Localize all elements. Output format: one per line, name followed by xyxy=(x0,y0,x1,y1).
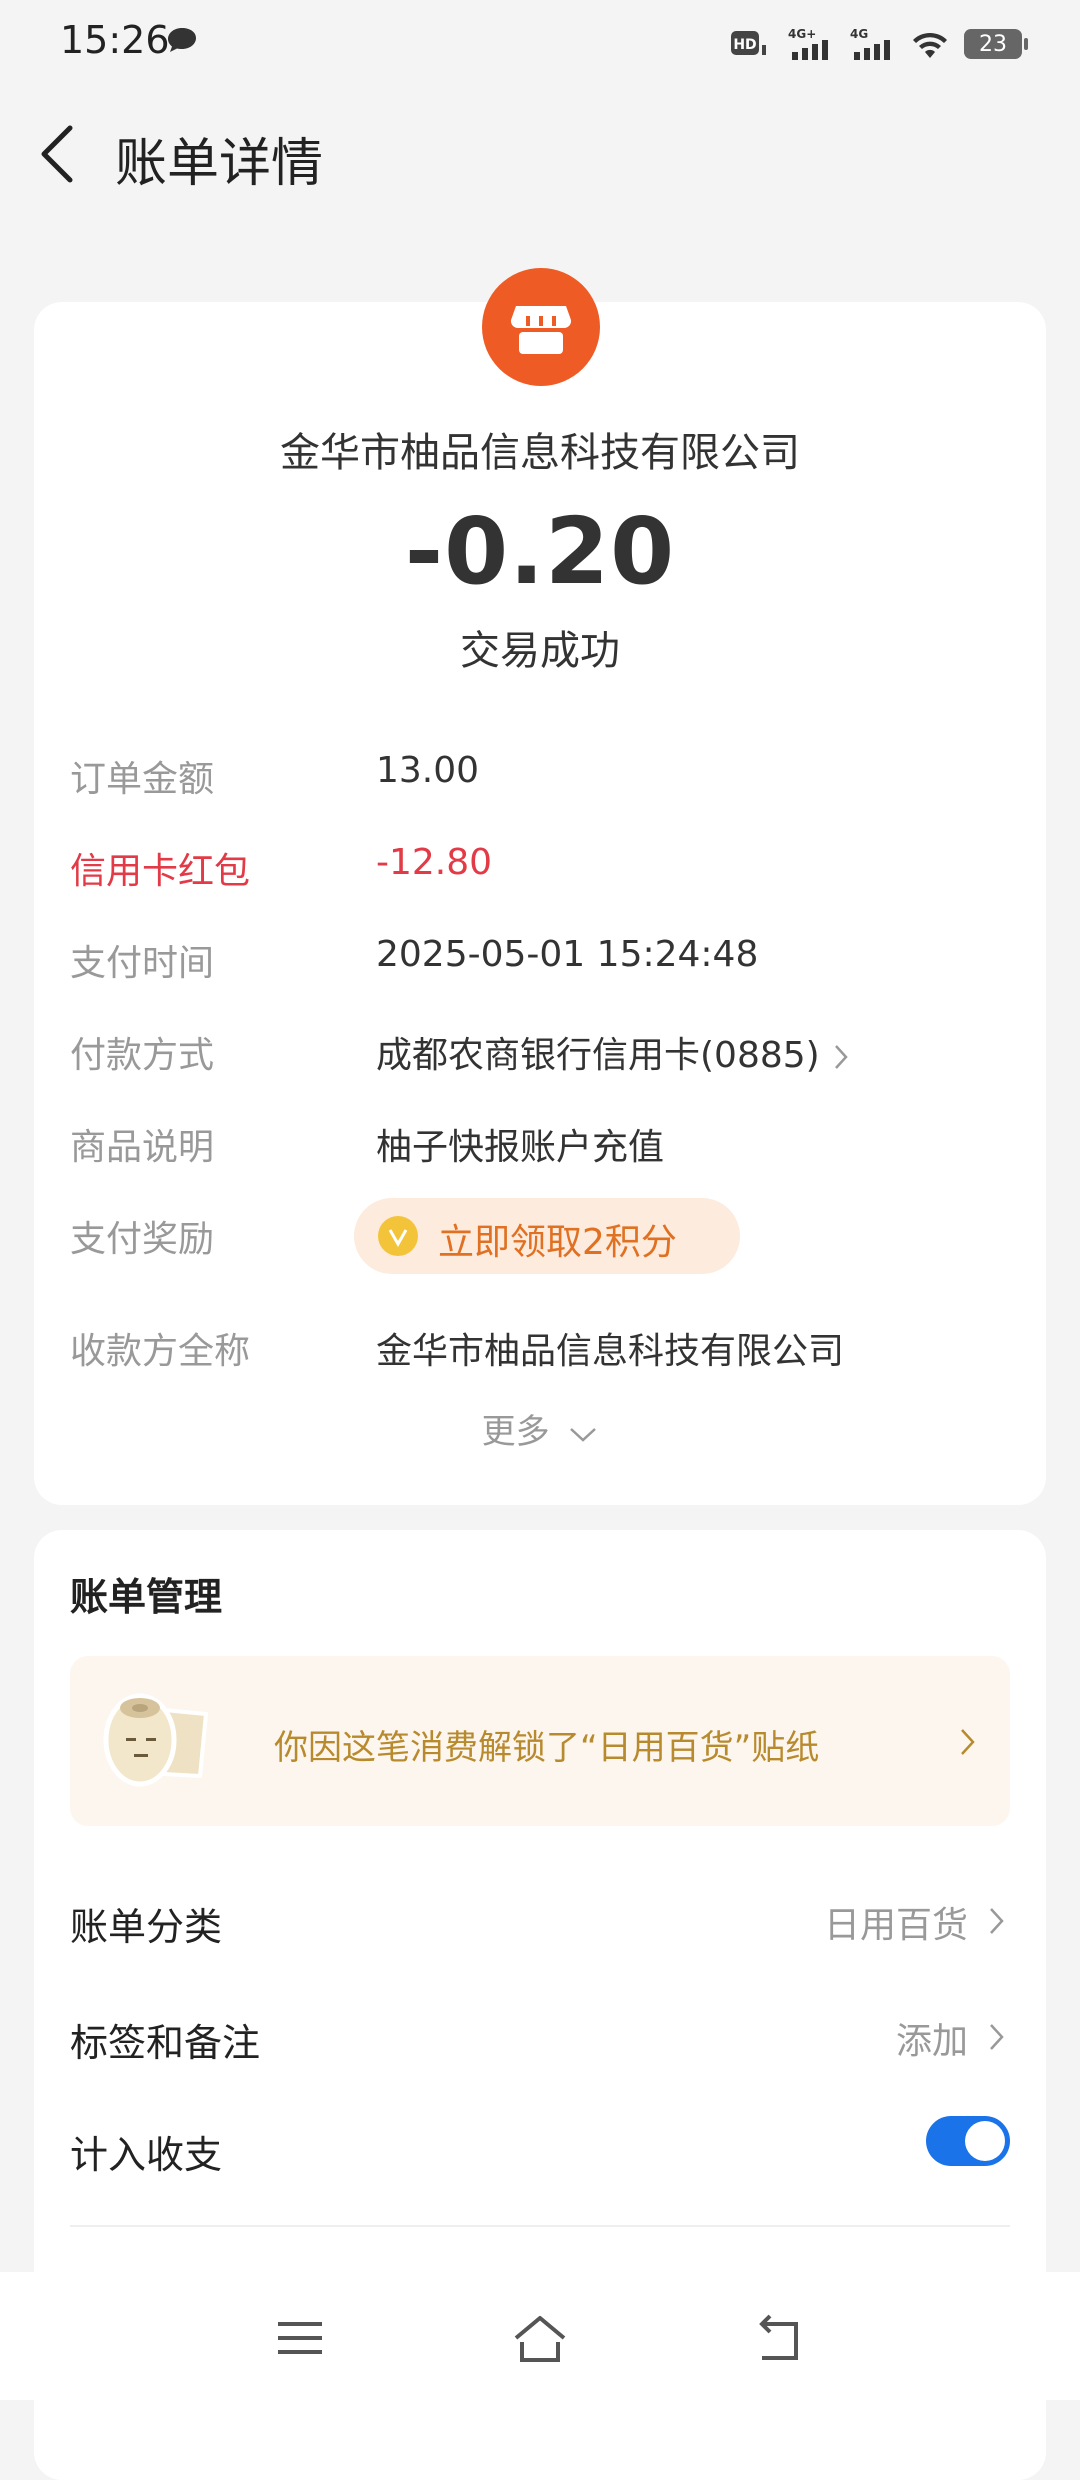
more-toggle[interactable]: 更多 xyxy=(34,1404,1046,1453)
detail-row-product-desc: 商品说明 柚子快报账户充值 xyxy=(70,1118,1010,1178)
detail-label: 付款方式 xyxy=(70,1035,215,1076)
claim-points-button[interactable]: 立即领取2积分 xyxy=(354,1198,740,1274)
message-icon xyxy=(168,28,196,52)
svg-text:4G: 4G xyxy=(850,27,868,41)
system-nav-bar xyxy=(0,2272,1080,2400)
more-label: 更多 xyxy=(481,1412,550,1452)
sticker-banner[interactable]: 你因这笔消费解锁了“日用百货”贴纸 xyxy=(70,1656,1010,1826)
store-icon xyxy=(482,268,600,386)
toggle-knob xyxy=(965,2121,1005,2161)
chevron-right-icon xyxy=(961,1729,975,1755)
include-in-budget-toggle[interactable] xyxy=(926,2116,1010,2166)
divider xyxy=(70,2225,1010,2227)
detail-value: 金华市柚品信息科技有限公司 xyxy=(376,1331,845,1372)
chevron-right-icon xyxy=(990,1908,1004,1934)
battery-icon: 23 xyxy=(964,29,1028,59)
section-title: 账单管理 xyxy=(70,1575,223,1619)
payment-method-link[interactable]: 成都农商银行信用卡(0885) xyxy=(376,1026,850,1078)
detail-label: 信用卡红包 xyxy=(70,851,251,892)
detail-label: 支付时间 xyxy=(70,943,215,984)
signal-4g-icon: 4G+ xyxy=(788,27,828,60)
tags-notes-row[interactable]: 标签和备注 添加 xyxy=(70,2004,1010,2074)
bill-category-row[interactable]: 账单分类 日用百货 xyxy=(70,1888,1010,1958)
detail-row-payment-method[interactable]: 付款方式 成都农商银行信用卡(0885) xyxy=(70,1026,1010,1086)
include-in-budget-label: 计入收支 xyxy=(70,2133,223,2177)
signal-4g-icon-2: 4G xyxy=(850,27,890,60)
hd-voice-icon: HD xyxy=(731,31,766,55)
chevron-right-icon xyxy=(990,2024,1004,2050)
status-time: 15:26 xyxy=(60,18,170,62)
chevron-down-icon xyxy=(570,1427,597,1442)
detail-row-order-amount: 订单金额 13.00 xyxy=(70,750,1010,810)
transaction-card: 金华市柚品信息科技有限公司 -0.20 交易成功 订单金额 13.00 信用卡红… xyxy=(34,268,1046,1505)
chevron-right-icon xyxy=(834,1045,848,1069)
transaction-status: 交易成功 xyxy=(460,628,620,674)
detail-value: 13.00 xyxy=(376,750,480,791)
detail-value: 成都农商银行信用卡(0885) xyxy=(376,1035,820,1076)
tags-notes-label: 标签和备注 xyxy=(70,2021,261,2065)
menu-icon[interactable] xyxy=(270,2308,330,2368)
detail-row-pay-time: 支付时间 2025-05-01 15:24:48 xyxy=(70,934,1010,994)
detail-label: 支付奖励 xyxy=(70,1219,215,1260)
points-coin-icon xyxy=(378,1216,418,1256)
detail-row-pay-reward: 支付奖励 立即领取2积分 xyxy=(70,1198,1010,1274)
back-arrow-icon[interactable] xyxy=(36,122,76,186)
merchant-name: 金华市柚品信息科技有限公司 xyxy=(280,430,800,476)
transaction-amount: -0.20 xyxy=(404,498,676,605)
svg-text:4G+: 4G+ xyxy=(788,27,816,41)
status-bar: 15:26 HD 4G+ 4G 23 xyxy=(0,0,1080,86)
detail-label: 商品说明 xyxy=(70,1127,215,1168)
detail-row-payee-name: 收款方全称 金华市柚品信息科技有限公司 xyxy=(70,1322,1010,1382)
wifi-icon xyxy=(913,32,947,58)
svg-text:HD: HD xyxy=(733,37,756,53)
home-icon[interactable] xyxy=(510,2308,570,2368)
detail-label: 订单金额 xyxy=(70,759,215,800)
include-in-budget-row: 计入收支 xyxy=(70,2116,1010,2186)
detail-value: 2025-05-01 15:24:48 xyxy=(376,934,759,975)
tissue-roll-sticker-icon xyxy=(103,1693,209,1787)
detail-label: 收款方全称 xyxy=(70,1331,251,1372)
back-icon[interactable] xyxy=(750,2308,810,2368)
detail-value: 柚子快报账户充值 xyxy=(376,1127,665,1168)
detail-row-credit-redpacket: 信用卡红包 -12.80 xyxy=(70,842,1010,902)
claim-points-label: 立即领取2积分 xyxy=(438,1222,677,1263)
detail-value: -12.80 xyxy=(376,842,493,883)
bill-category-label: 账单分类 xyxy=(70,1905,223,1949)
tags-notes-value: 添加 xyxy=(895,2021,968,2062)
sticker-banner-text: 你因这笔消费解锁了“日用百货”贴纸 xyxy=(274,1728,820,1768)
page-title: 账单详情 xyxy=(115,134,324,194)
bill-category-value: 日用百货 xyxy=(823,1905,968,1946)
